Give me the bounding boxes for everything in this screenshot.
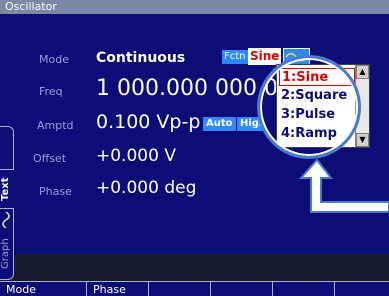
fctn-badge: Fctn [222, 50, 248, 64]
softkey-mode[interactable]: Mode [0, 282, 87, 296]
amptd-label: Amptd [37, 119, 74, 132]
waveform-selector[interactable]: Sine [248, 48, 282, 65]
offset-value[interactable]: +0.000 V [96, 146, 176, 166]
dropdown-option-sine[interactable]: 1:Sine [279, 68, 355, 86]
dropdown-option-pulse[interactable]: 3:Pulse [279, 106, 355, 124]
dropdown-option-ramp[interactable]: 4:Ramp [279, 125, 355, 143]
mode-label: Mode [39, 53, 69, 66]
wave-icon [0, 211, 14, 229]
softkey-3[interactable] [149, 282, 211, 296]
softkey-phase[interactable]: Phase [87, 282, 149, 296]
view-tab-strip: Text Graph [0, 126, 14, 280]
softkey-6[interactable] [335, 282, 389, 296]
scroll-up-icon[interactable]: ▲ [356, 65, 369, 79]
window-title: Oscillator [0, 0, 389, 14]
sine-wave-icon[interactable] [283, 48, 310, 65]
amptd-value[interactable]: 0.100 Vp-p [96, 111, 200, 133]
tab-graph[interactable]: Graph [0, 231, 14, 277]
mode-value[interactable]: Continuous [96, 50, 185, 66]
tab-text[interactable]: Text [0, 169, 14, 209]
softkey-bar: Mode Phase [0, 281, 389, 296]
phase-label: Phase [39, 185, 72, 198]
auto-range-badge[interactable]: Auto [203, 117, 236, 131]
freq-label: Freq [39, 85, 63, 98]
phase-value[interactable]: +0.000 deg [96, 178, 196, 198]
softkey-4[interactable] [211, 282, 273, 296]
high-z-badge[interactable]: High [237, 117, 263, 131]
dropdown-scrollbar[interactable]: ▲ ▼ [355, 65, 369, 147]
softkey-5[interactable] [273, 282, 335, 296]
waveform-dropdown[interactable]: 1:Sine 2:Square 3:Pulse 4:Ramp ▲ ▼ [276, 64, 370, 148]
freq-value[interactable]: 1 000.000 000 00 [96, 76, 292, 101]
scroll-down-icon[interactable]: ▼ [356, 133, 369, 147]
offset-label: Offset [33, 152, 67, 165]
dropdown-option-square[interactable]: 2:Square [279, 87, 355, 105]
